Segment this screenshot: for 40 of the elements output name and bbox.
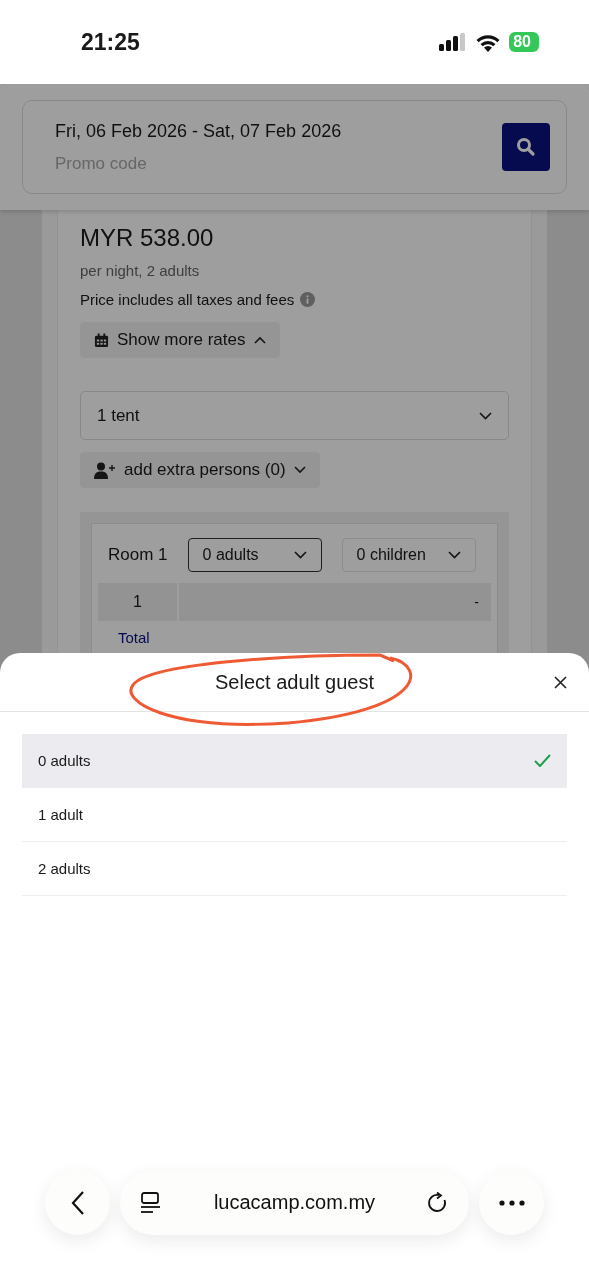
guest-option[interactable]: 2 adults: [22, 842, 567, 896]
price: MYR 538.00: [80, 224, 214, 252]
wifi-icon: [475, 32, 502, 52]
address-bar[interactable]: lucacamp.com.my: [120, 1170, 469, 1235]
close-icon: [554, 676, 567, 689]
page-menu-icon: [140, 1191, 162, 1214]
unit-select[interactable]: 1 tent: [80, 391, 509, 440]
date-range[interactable]: Fri, 06 Feb 2026 - Sat, 07 Feb 2026: [55, 120, 342, 142]
guest-option[interactable]: 0 adults: [22, 734, 567, 788]
table-cell: -: [179, 583, 491, 621]
battery-level: 80: [509, 32, 539, 52]
status-time: 21:25: [81, 28, 140, 56]
reload-icon: [427, 1191, 449, 1214]
more-icon: [498, 1199, 525, 1206]
check-icon: [534, 754, 551, 767]
search-button[interactable]: [502, 123, 550, 171]
show-more-rates-button[interactable]: Show more rates: [80, 322, 280, 358]
total-link[interactable]: Total: [118, 629, 150, 646]
back-icon: [70, 1190, 85, 1215]
sheet-title: Select adult guest: [215, 670, 374, 694]
caret-up-icon: [253, 336, 266, 344]
chevron-down-icon: [447, 551, 461, 559]
search-icon: [516, 137, 536, 157]
close-button[interactable]: [552, 674, 569, 691]
add-extra-persons-button[interactable]: add extra persons (0): [80, 452, 320, 488]
children-select[interactable]: 0 children: [341, 538, 476, 572]
table-cell: 1: [98, 583, 177, 621]
signal-icon: [439, 33, 468, 51]
guest-option[interactable]: 1 adult: [22, 788, 567, 842]
adults-select[interactable]: 0 adults: [187, 538, 322, 572]
room-label: Room 1: [108, 545, 168, 565]
chevron-down-icon: [293, 466, 306, 474]
chevron-down-icon: [293, 551, 307, 559]
calendar-icon: [94, 332, 109, 348]
url-text: lucacamp.com.my: [213, 1191, 376, 1214]
price-note: per night, 2 adults: [80, 262, 200, 279]
info-icon: [300, 292, 316, 307]
add-person-icon: [94, 461, 116, 479]
chevron-down-icon: [479, 411, 492, 420]
taxes-note: Price includes all taxes and fees: [80, 291, 295, 308]
